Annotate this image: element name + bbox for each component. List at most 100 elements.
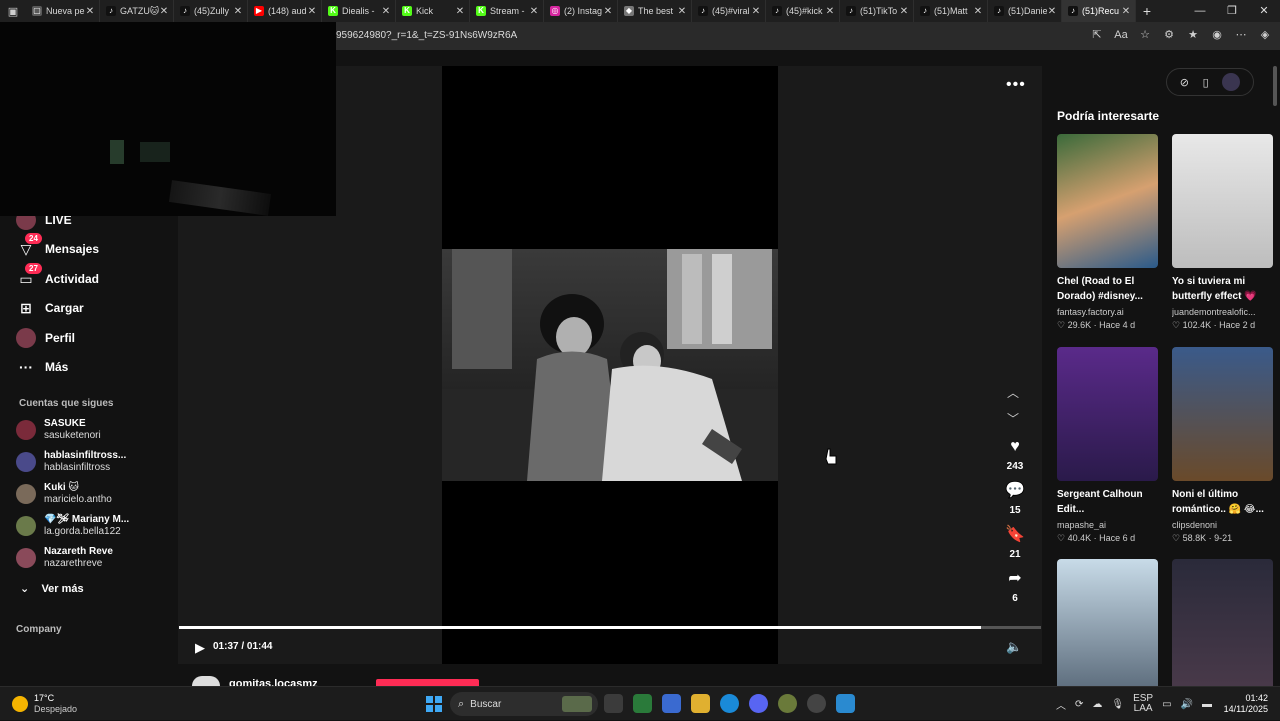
following-account[interactable]: 💎🛩 Mariany M... la.gorda.bella122: [16, 512, 129, 540]
browser-tab[interactable]: ♪ (45)#viral ✕: [692, 0, 766, 22]
task-view-icon[interactable]: [604, 694, 623, 713]
new-tab-button[interactable]: +: [1136, 3, 1158, 19]
battery-icon[interactable]: ▬: [1202, 699, 1212, 710]
discord-icon[interactable]: [749, 694, 768, 713]
volume-icon[interactable]: 🔈: [1006, 639, 1022, 655]
minimize-icon[interactable]: —: [1184, 0, 1216, 22]
sidebar-item-actividad[interactable]: ▭ 27 Actividad: [16, 263, 99, 290]
tab-close-icon[interactable]: ✕: [455, 6, 465, 17]
browser-tab[interactable]: ♪ (51)Matt ✕: [914, 0, 988, 22]
see-more-link[interactable]: ⌄ Ver más: [20, 582, 84, 595]
tab-close-icon[interactable]: ✕: [899, 6, 909, 17]
browser-tab[interactable]: ♪ (45)Zully ✕: [174, 0, 248, 22]
card-author[interactable]: mapashe_ai: [1057, 520, 1158, 530]
browser-tab[interactable]: ◎ (2) Instag ✕: [544, 0, 618, 22]
file-explorer-icon[interactable]: [691, 694, 710, 713]
sidebar-item-mensajes[interactable]: ▽ 24 Mensajes: [16, 233, 99, 260]
speaker-icon[interactable]: 🔊: [1181, 699, 1193, 710]
extensions-icon[interactable]: ⚙: [1162, 27, 1176, 43]
sidebar-item-cargar[interactable]: ⊞ Cargar: [16, 297, 84, 319]
following-account[interactable]: SASUKE sasuketenori: [16, 416, 101, 444]
save-button[interactable]: 🔖 21: [1000, 525, 1030, 560]
url-text[interactable]: 959624980?_r=1&_t=ZS-91Ns6W9zR6A: [336, 30, 517, 41]
store-icon[interactable]: [633, 694, 652, 713]
previous-video-icon[interactable]: ︿: [1007, 384, 1019, 401]
tab-close-icon[interactable]: ✕: [1047, 6, 1057, 17]
recommended-video-card[interactable]: Yo si tuviera mi butterfly effect 💗 juand…: [1172, 134, 1273, 331]
sync-icon[interactable]: ⟳: [1075, 699, 1083, 710]
recommended-video-card[interactable]: Noni el último romántico.. 🤗 😂... clipsde…: [1172, 347, 1273, 544]
tab-close-icon[interactable]: ✕: [529, 6, 539, 17]
browser-tab[interactable]: ♪ (51)Danie ✕: [988, 0, 1062, 22]
following-account[interactable]: Nazareth Reve nazarethreve: [16, 544, 113, 572]
browser-tab[interactable]: K Kick ✕: [396, 0, 470, 22]
more-options-icon[interactable]: •••: [1006, 76, 1026, 94]
sidebar-item-perfil[interactable]: ● Perfil: [16, 327, 75, 349]
weather-widget[interactable]: 17°C Despejado: [12, 693, 77, 715]
tab-close-icon[interactable]: ✕: [825, 6, 835, 17]
company-heading[interactable]: Company: [16, 624, 62, 635]
card-author[interactable]: fantasy.factory.ai: [1057, 307, 1158, 317]
video-progress-bar[interactable]: [179, 626, 1041, 629]
copilot-icon[interactable]: ◈: [1258, 27, 1272, 43]
scrollbar[interactable]: [1273, 66, 1277, 106]
video-thumbnail[interactable]: [1172, 347, 1273, 481]
next-video-icon[interactable]: ﹀: [1007, 410, 1019, 427]
favorite-star-icon[interactable]: ☆: [1138, 27, 1152, 43]
tab-close-icon[interactable]: ✕: [751, 6, 761, 17]
restore-icon[interactable]: ❐: [1216, 0, 1248, 22]
recommended-video-card[interactable]: Sergeant Calhoun Edit... mapashe_ai ♡ 40.4…: [1057, 347, 1158, 544]
copilot-app-icon[interactable]: [662, 694, 681, 713]
recommended-video-card[interactable]: Chel (Road to El Dorado) #disney... fanta…: [1057, 134, 1158, 331]
play-icon[interactable]: ▶: [195, 640, 205, 656]
read-aloud-icon[interactable]: Aa: [1114, 27, 1128, 43]
clock[interactable]: 01:42 14/11/2025: [1224, 693, 1268, 715]
discover-icon[interactable]: ⊘: [1180, 76, 1189, 89]
author-name[interactable]: gomitas.locasmz: [229, 678, 318, 686]
share-button[interactable]: ➦ 6: [1000, 569, 1030, 604]
tab-close-icon[interactable]: ✕: [159, 6, 169, 17]
video-thumbnail[interactable]: [1057, 347, 1158, 481]
tab-close-icon[interactable]: ✕: [1121, 6, 1131, 17]
tab-close-icon[interactable]: ✕: [677, 6, 687, 17]
browser-tab[interactable]: ♪ (45)#kick ✕: [766, 0, 840, 22]
app-icon[interactable]: [778, 694, 797, 713]
tab-close-icon[interactable]: ✕: [973, 6, 983, 17]
author-avatar[interactable]: [192, 676, 220, 686]
show-hidden-icon[interactable]: ︿: [1056, 697, 1066, 712]
browser-tab[interactable]: ♪ GATZU🐱 ✕: [100, 0, 174, 22]
tab-close-icon[interactable]: ✕: [603, 6, 613, 17]
device-icon[interactable]: ▯: [1203, 76, 1209, 89]
sidebar-item-más[interactable]: ··· Más: [16, 356, 68, 378]
edge-icon[interactable]: [720, 694, 739, 713]
following-account[interactable]: hablasinfiltross... hablasinfiltross: [16, 448, 126, 476]
card-author[interactable]: juandemontrealofic...: [1172, 307, 1273, 317]
photos-icon[interactable]: [836, 694, 855, 713]
follow-button[interactable]: [376, 679, 479, 686]
open-in-app-icon[interactable]: ⇱: [1090, 27, 1104, 43]
video-thumbnail[interactable]: [1057, 134, 1158, 268]
video-thumbnail[interactable]: [1172, 134, 1273, 268]
comment-button[interactable]: 💬 15: [1000, 481, 1030, 516]
mic-icon[interactable]: 🎙: [1111, 699, 1124, 710]
favorites-icon[interactable]: ★: [1186, 27, 1200, 43]
browser-tab[interactable]: K Diealis - ✕: [322, 0, 396, 22]
following-account[interactable]: Kuki 🐱 maricielo.antho: [16, 480, 112, 508]
tab-close-icon[interactable]: ✕: [85, 6, 95, 17]
like-button[interactable]: ♥ 243: [1000, 437, 1030, 472]
browser-tab[interactable]: ♪ (51)TikTo ✕: [840, 0, 914, 22]
tab-close-icon[interactable]: ✕: [307, 6, 317, 17]
tab-close-icon[interactable]: ✕: [233, 6, 243, 17]
browser-tab[interactable]: K Stream - ✕: [470, 0, 544, 22]
video-frame[interactable]: [442, 249, 778, 481]
windows-start-icon[interactable]: [426, 696, 442, 712]
browser-tab[interactable]: ▢ Nueva pe ✕: [26, 0, 100, 22]
more-menu-icon[interactable]: ⋯: [1234, 27, 1248, 43]
browser-tab[interactable]: ▶ (148) aud ✕: [248, 0, 322, 22]
recommended-video-card[interactable]: [1172, 559, 1273, 693]
network-icon[interactable]: ▭: [1162, 699, 1171, 710]
browser-tab[interactable]: ◆ The best ✕: [618, 0, 692, 22]
close-icon[interactable]: ✕: [1248, 0, 1280, 22]
obs-icon[interactable]: [807, 694, 826, 713]
profile-avatar[interactable]: [1222, 73, 1241, 91]
